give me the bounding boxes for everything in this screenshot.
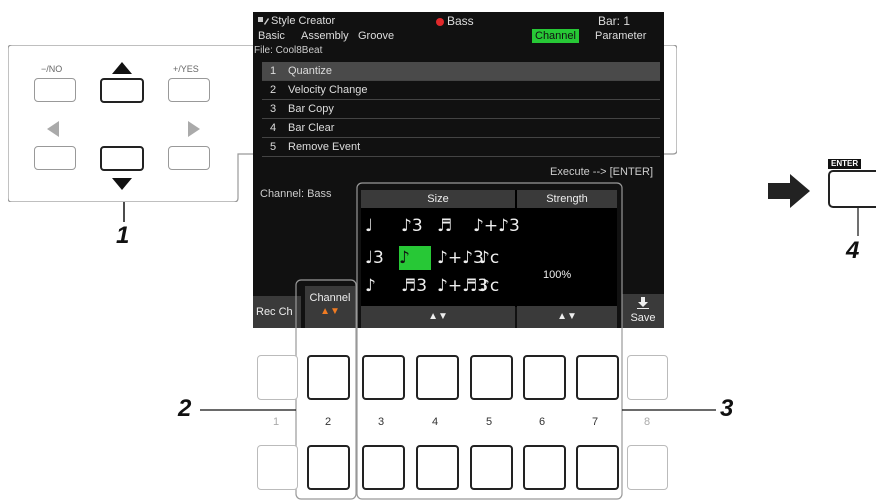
upper-button-8[interactable] [627,355,668,400]
callout-3: 3 [720,395,734,422]
callout-4: 4 [846,237,860,264]
callout-2: 2 [178,395,192,422]
button-number-4: 4 [431,416,439,428]
enter-button[interactable] [828,170,876,208]
upper-button-5[interactable] [470,355,513,400]
button-number-8: 8 [643,416,651,428]
upper-button-7[interactable] [576,355,619,400]
lower-button-1[interactable] [257,445,298,490]
lower-button-6[interactable] [523,445,566,490]
upper-button-4[interactable] [416,355,459,400]
button-number-3: 3 [377,416,385,428]
lower-button-5[interactable] [470,445,513,490]
lower-button-7[interactable] [576,445,619,490]
enter-label: ENTER [828,159,862,169]
button-number-5: 5 [485,416,493,428]
lower-button-3[interactable] [362,445,405,490]
button-number-1: 1 [272,416,280,428]
upper-button-6[interactable] [523,355,566,400]
lower-button-2[interactable] [307,445,350,490]
button-number-6: 6 [538,416,546,428]
upper-button-1[interactable] [257,355,298,400]
lower-button-4[interactable] [416,445,459,490]
upper-button-3[interactable] [362,355,405,400]
button-number-7: 7 [591,416,599,428]
lower-button-8[interactable] [627,445,668,490]
button-number-2: 2 [324,416,332,428]
upper-button-2[interactable] [307,355,350,400]
